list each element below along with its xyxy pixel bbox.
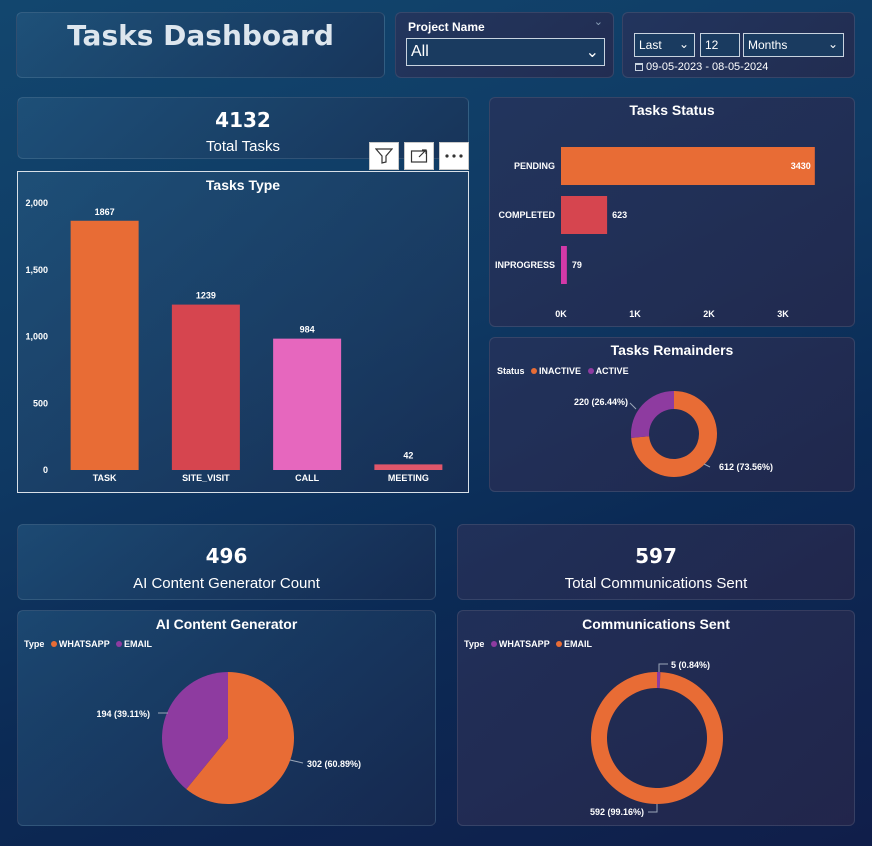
x-tick-label: 2K [703,309,715,319]
leader-line [648,804,658,813]
ai-count-value: 496 [205,544,248,568]
leader-line [629,402,637,410]
donut-slice [591,672,723,804]
data-label: 302 (60.89%) [307,759,361,769]
date-count-input[interactable]: 12 [700,33,740,57]
data-label: 220 (26.44%) [574,397,628,407]
communications-card: 597 Total Communications Sent [457,524,855,600]
y-tick-label: INPROGRESS [495,260,555,270]
bar [561,246,567,284]
data-label: 623 [612,210,627,220]
date-unit-value: Months [748,38,788,52]
y-tick-label: PENDING [514,161,555,171]
project-filter-label: Project Name [408,20,485,34]
leader-line [289,759,304,764]
total-tasks-label: Total Tasks [206,138,280,155]
x-tick-label: 0K [555,309,567,319]
chevron-down-icon: ⌄ [678,37,689,51]
ai-content-chart: 302 (60.89%) 194 (39.11%) [96,672,361,804]
project-filter-select[interactable]: All ⌄ [406,38,605,66]
y-tick-label: 1,500 [25,265,48,275]
y-tick-label: 500 [33,398,48,408]
data-label: 3430 [791,161,811,171]
page-title: Tasks Dashboard [67,19,334,52]
focus-mode-icon[interactable] [404,142,434,170]
x-tick-label: 1K [629,309,641,319]
data-label: 79 [572,260,582,270]
tasks-status-card: Tasks Status PENDING 3430 COMPLETED 623 INPR… [489,97,855,327]
leader-line [703,463,711,468]
bar [70,220,139,470]
filter-icon[interactable] [369,142,399,170]
bar [561,196,608,234]
communications-sent-card: Communications Sent Type WHATSAPP EMAIL … [457,610,855,826]
more-options-icon[interactable] [439,142,469,170]
ai-count-label: AI Content Generator Count [133,575,320,592]
project-filter-card: Project Name ⌄ All ⌄ [395,12,614,78]
chevron-down-icon: ⌄ [585,44,599,61]
date-unit-select[interactable]: Months ⌄ [743,33,844,57]
bar [273,338,342,470]
tasks-remainders-card: Tasks Remainders Status INACTIVE ACTIVE … [489,337,855,492]
project-filter-value: All [411,43,429,60]
y-tick-label: 0 [43,465,48,475]
data-label: 1867 [95,207,115,217]
date-mode-value: Last [639,38,662,52]
bar [171,304,240,470]
data-label: 984 [300,325,315,335]
ai-count-card: 496 AI Content Generator Count [17,524,436,600]
tasks-type-chart: 0 500 1,000 1,500 2,000 1867 TASK 1239 SITE_VISI… [25,198,443,483]
date-mode-select[interactable]: Last ⌄ [634,33,695,57]
date-range-text: 09-05-2023 - 08-05-2024 [646,61,769,73]
x-tick-label: 3K [777,309,789,319]
data-label: 42 [403,450,413,460]
donut-slice [631,391,674,438]
chevron-down-icon: ⌄ [827,37,838,51]
date-count-value: 12 [705,38,719,52]
x-tick-label: SITE_VISIT [182,473,230,483]
communications-chart: 5 (0.84%) 592 (99.16%) [590,660,723,817]
tasks-type-card[interactable]: Tasks Type 0 500 1,000 1,500 2,000 1867 TASK 12… [17,171,469,493]
tasks-remainders-chart: 612 (73.56%) 220 (26.44%) [574,391,773,477]
ai-content-generator-card: AI Content Generator Type WHATSAPP EMAIL… [17,610,436,826]
data-label: 1239 [196,291,216,301]
bar [561,147,815,185]
communications-value: 597 [635,544,677,568]
header-card: Tasks Dashboard [16,12,385,78]
date-filter-card: Last ⌄ 12 Months ⌄ 09-05-2023 - 08-05-20… [622,12,855,78]
data-label: 612 (73.56%) [719,462,773,472]
data-label: 592 (99.16%) [590,807,644,817]
tasks-status-chart: PENDING 3430 COMPLETED 623 INPROGRESS 79 0K 1K 2… [495,147,815,319]
total-tasks-card: 4132 Total Tasks [17,97,469,159]
communications-label: Total Communications Sent [564,575,748,592]
calendar-icon[interactable] [635,63,643,71]
collapse-chevron-icon[interactable]: ⌄ [594,15,603,28]
data-label: 194 (39.11%) [96,709,150,719]
y-tick-label: COMPLETED [498,210,555,220]
leader-line [658,663,668,672]
total-tasks-value: 4132 [215,108,271,132]
data-label: 5 (0.84%) [671,660,710,670]
x-tick-label: CALL [295,473,319,483]
y-tick-label: 2,000 [25,198,48,208]
x-tick-label: MEETING [388,473,429,483]
bar [374,464,443,470]
x-tick-label: TASK [93,473,117,483]
y-tick-label: 1,000 [25,332,48,342]
